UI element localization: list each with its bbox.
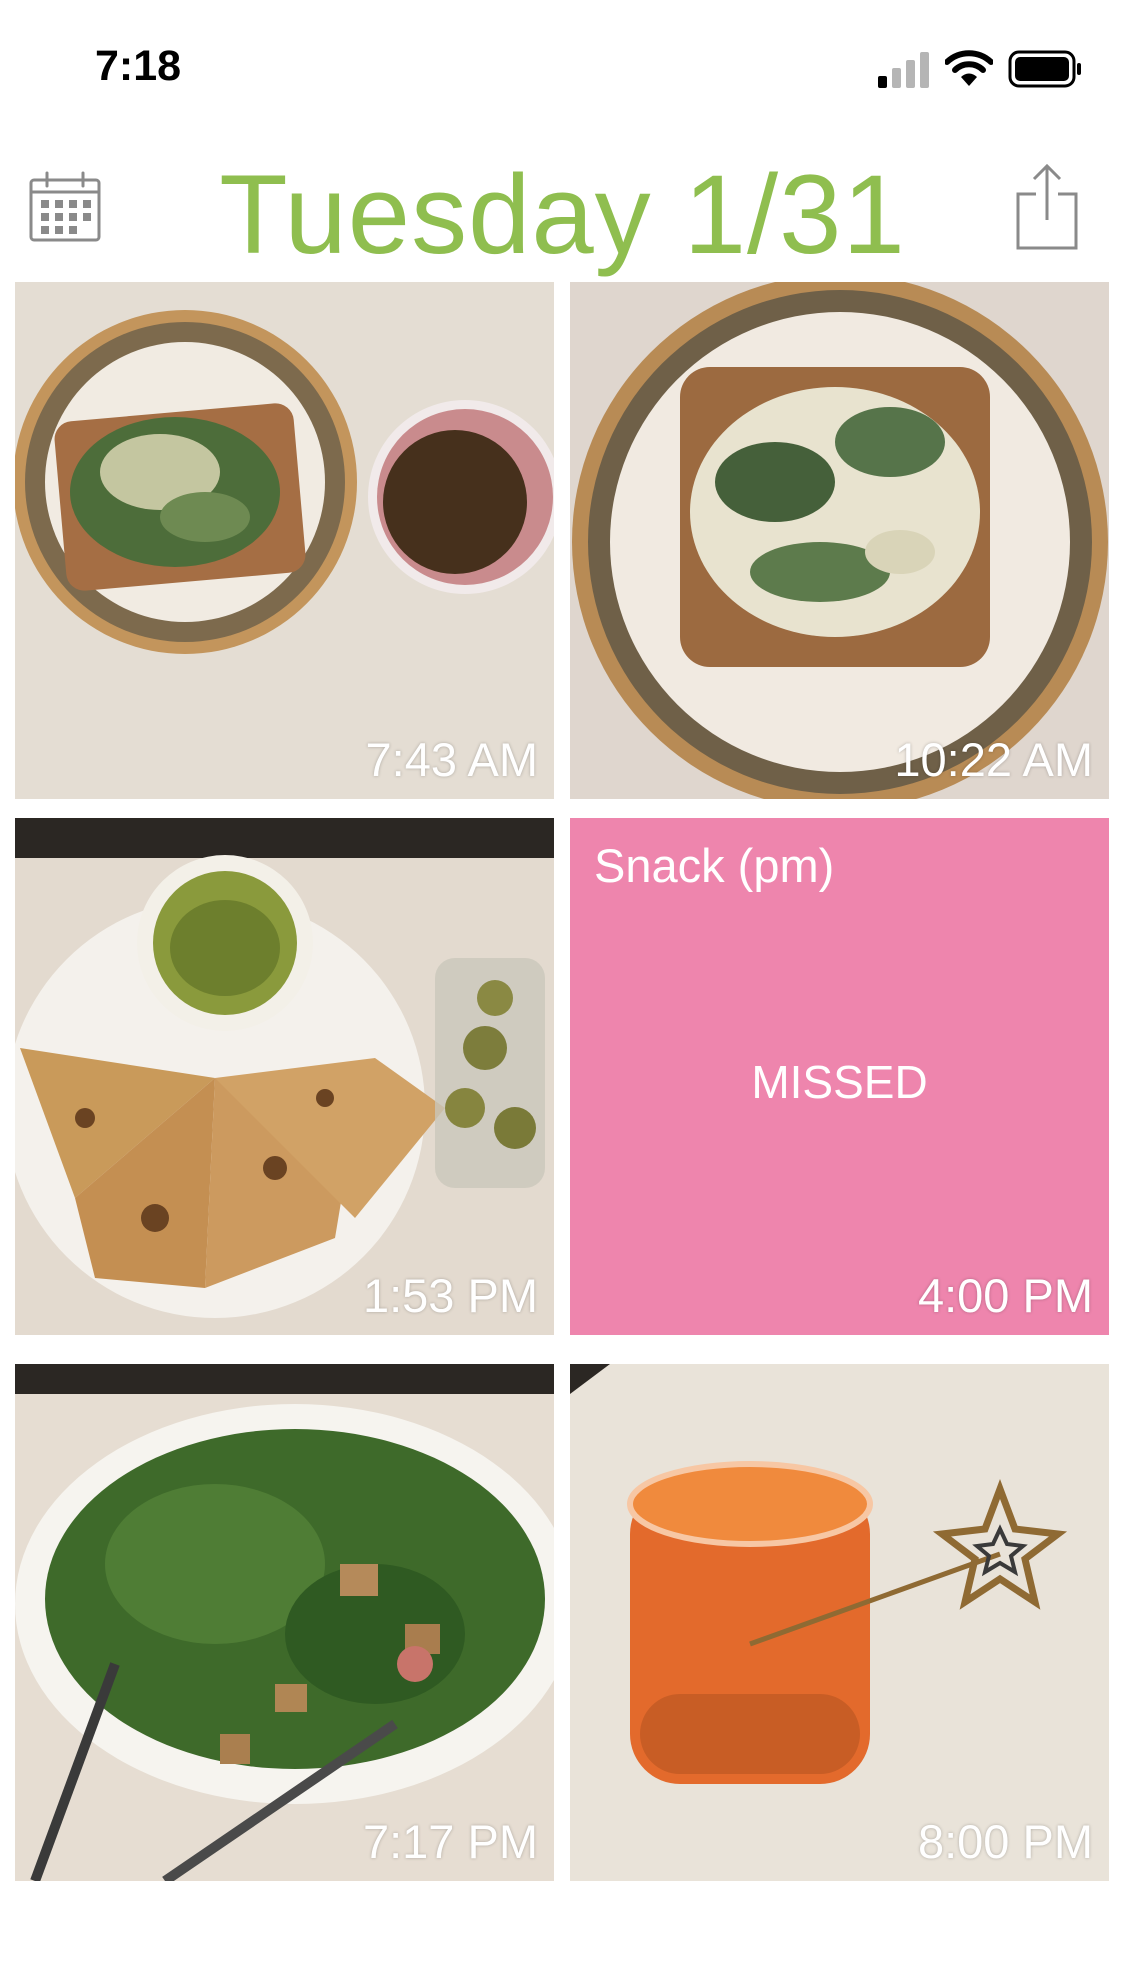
page-title: Tuesday 1/31 [219,152,906,277]
meal-tile-2[interactable]: 10:22 AM [570,282,1109,799]
battery-icon [1008,50,1081,88]
meal-photo [15,1364,554,1881]
status-bar: 7:18 [0,0,1125,130]
meal-photo [15,282,554,799]
meal-time: 8:00 PM [917,1815,1093,1868]
meal-label: Snack (pm) [594,839,835,892]
missed-status: MISSED [751,1056,928,1108]
meal-photo [570,1364,1109,1881]
meal-photo [570,282,1109,799]
meal-time: 4:00 PM [917,1269,1093,1322]
header: Tuesday 1/31 [0,150,1125,275]
status-time: 7:18 [95,42,182,90]
missed-meal-tile[interactable]: Snack (pm) MISSED 4:00 PM [570,818,1109,1335]
meal-tile-1[interactable]: 7:43 AM [15,282,554,799]
meal-time: 7:17 PM [362,1815,538,1868]
meal-time: 7:43 AM [365,733,538,786]
meal-time: 10:22 AM [894,733,1093,786]
meal-tile-3[interactable]: 1:53 PM [15,818,554,1335]
meal-day-screen: 7:18 Tuesday 1/31 7:43 AM 10:22 AM 1:53 … [0,0,1125,1976]
meal-photo [15,818,554,1335]
meal-tile-6[interactable]: 8:00 PM [570,1364,1109,1881]
meal-time: 1:53 PM [362,1269,538,1322]
cellular-signal-icon [878,52,929,88]
wifi-icon [945,50,993,86]
share-icon[interactable] [1012,162,1082,252]
meal-tile-5[interactable]: 7:17 PM [15,1364,554,1881]
